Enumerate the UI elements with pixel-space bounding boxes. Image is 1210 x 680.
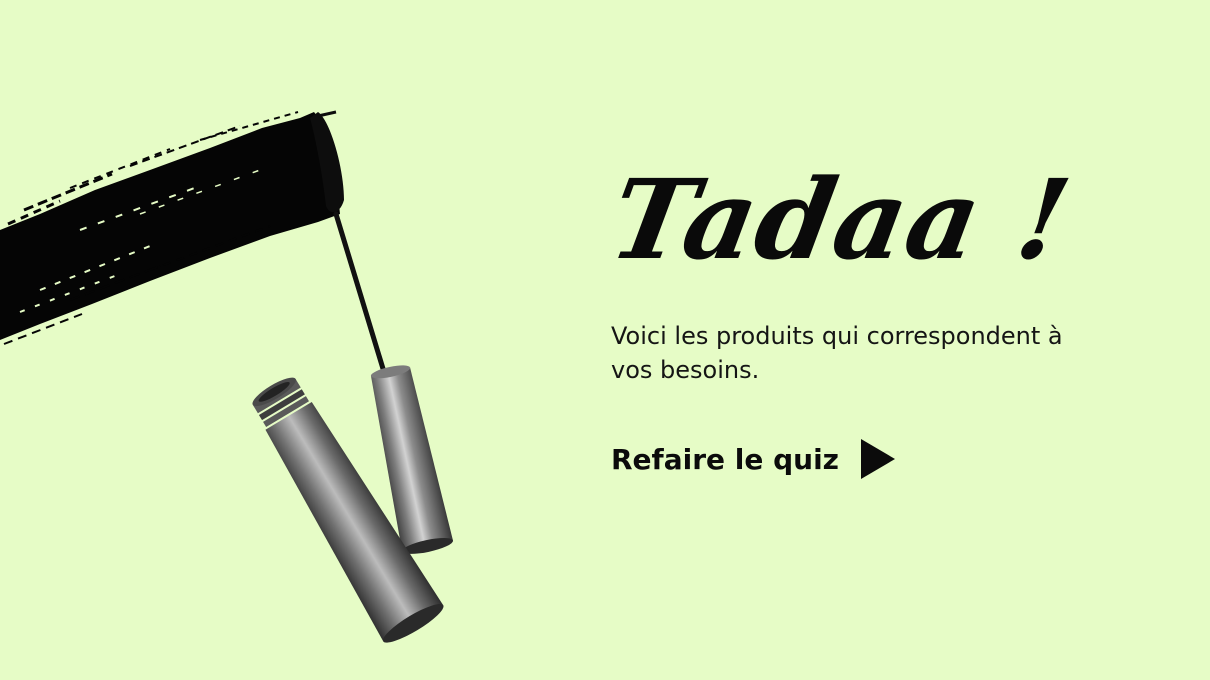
quiz-result-page: Tadaa ! Voici les produits qui correspon… — [0, 0, 1210, 680]
hero-content: Tadaa ! Voici les produits qui correspon… — [601, 155, 1163, 479]
play-triangle-icon — [860, 439, 895, 479]
retake-quiz-button[interactable]: Refaire le quiz — [611, 439, 895, 479]
mascara-illustration — [0, 110, 454, 643]
retake-quiz-label: Refaire le quiz — [611, 442, 839, 476]
hero-title: Tadaa ! — [601, 155, 1080, 284]
hero-subtitle: Voici les produits qui correspondent à v… — [611, 322, 1063, 384]
mascara-brush — [310, 110, 387, 375]
mascara-stroke — [0, 111, 340, 345]
